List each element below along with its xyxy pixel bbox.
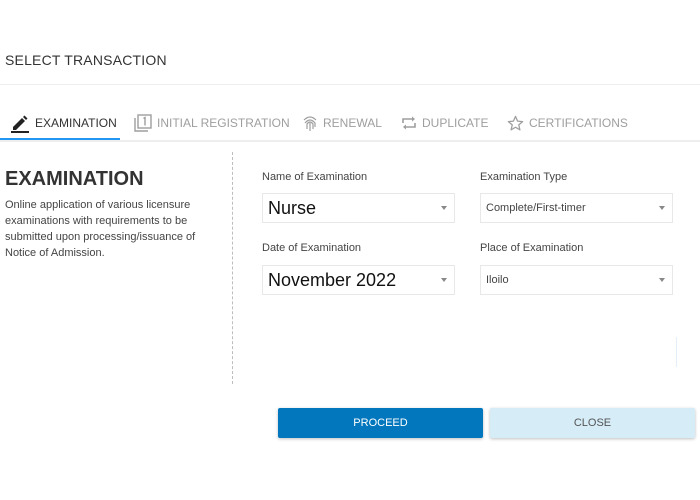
pencil-icon bbox=[10, 113, 30, 133]
title-divider bbox=[0, 84, 700, 85]
tab-label: EXAMINATION bbox=[35, 116, 117, 130]
name-of-examination-select[interactable]: Nurse bbox=[262, 193, 455, 223]
select-value: Complete/First-timer bbox=[486, 202, 586, 214]
star-outline-icon bbox=[507, 115, 524, 132]
scrollbar[interactable] bbox=[676, 337, 677, 367]
chevron-down-icon bbox=[659, 206, 665, 210]
name-of-examination-label: Name of Examination bbox=[262, 171, 368, 183]
select-value: November 2022 bbox=[268, 269, 397, 290]
select-value: Nurse bbox=[268, 197, 317, 218]
tab-label: INITIAL REGISTRATION bbox=[157, 116, 290, 130]
tab-duplicate[interactable]: DUPLICATE bbox=[401, 106, 488, 140]
vertical-divider bbox=[232, 152, 233, 384]
filter-1-icon bbox=[134, 114, 152, 132]
fingerprint-icon bbox=[302, 114, 318, 132]
tab-initial-registration[interactable]: INITIAL REGISTRATION bbox=[134, 106, 290, 140]
section-heading: EXAMINATION bbox=[5, 168, 144, 190]
transaction-tabs: EXAMINATION INITIAL REGISTRATION RENEWAL bbox=[0, 106, 700, 142]
proceed-button[interactable]: PROCEED bbox=[278, 408, 483, 438]
chevron-down-icon bbox=[441, 278, 447, 282]
tab-label: DUPLICATE bbox=[422, 116, 489, 130]
close-button[interactable]: CLOSE bbox=[490, 408, 695, 438]
chevron-down-icon bbox=[441, 206, 447, 210]
tab-renewal[interactable]: RENEWAL bbox=[302, 106, 382, 140]
place-of-examination-select[interactable]: Iloilo bbox=[480, 265, 673, 295]
tab-label: CERTIFICATIONS bbox=[529, 116, 628, 130]
tab-certifications[interactable]: CERTIFICATIONS bbox=[507, 106, 628, 140]
repeat-icon bbox=[401, 115, 417, 131]
chevron-down-icon bbox=[659, 278, 665, 282]
section-description: Online application of various licensure … bbox=[5, 199, 196, 259]
tab-examination[interactable]: EXAMINATION bbox=[10, 106, 117, 140]
select-value: Iloilo bbox=[486, 274, 509, 286]
tab-label: RENEWAL bbox=[323, 116, 382, 130]
place-of-examination-label: Place of Examination bbox=[480, 242, 584, 254]
examination-type-select[interactable]: Complete/First-timer bbox=[480, 193, 673, 223]
date-of-examination-label: Date of Examination bbox=[262, 242, 362, 254]
active-tab-indicator bbox=[0, 138, 120, 140]
examination-type-label: Examination Type bbox=[480, 171, 568, 183]
date-of-examination-select[interactable]: November 2022 bbox=[262, 265, 455, 295]
dialog-title: SELECT TRANSACTION bbox=[5, 52, 167, 68]
section-info: EXAMINATION Online application of variou… bbox=[5, 168, 220, 261]
